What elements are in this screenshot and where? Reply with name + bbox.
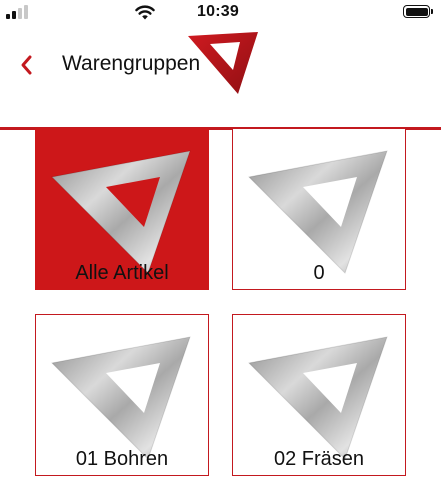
category-tile-alle-artikel[interactable]: Alle Artikel [35,128,209,290]
status-time: 10:39 [197,3,239,20]
page-title: Warengruppen [62,52,201,75]
category-label: Alle Artikel [75,262,169,284]
category-tile-02-fraesen[interactable]: 02 Fräsen [232,314,406,476]
battery-icon [403,5,433,18]
category-label: 01 Bohren [75,448,169,470]
triangle-ruler-icon [50,336,191,460]
category-label: 02 Fräsen [273,448,365,470]
triangle-ruler-icon [247,336,388,460]
back-button[interactable] [12,48,42,82]
category-tile-01-bohren[interactable]: 01 Bohren [35,314,209,476]
triangle-ruler-icon [50,150,191,274]
navigation-bar: Warengruppen [0,26,441,130]
red-triangle-logo-icon [188,32,258,94]
triangle-ruler-icon [247,150,388,274]
wifi-icon [135,5,155,20]
chevron-left-icon [21,55,32,75]
category-label: 0 [313,262,325,284]
status-bar: 10:39 [0,0,441,26]
cellular-signal-icon [6,5,28,19]
category-tile-0[interactable]: 0 [232,128,406,290]
